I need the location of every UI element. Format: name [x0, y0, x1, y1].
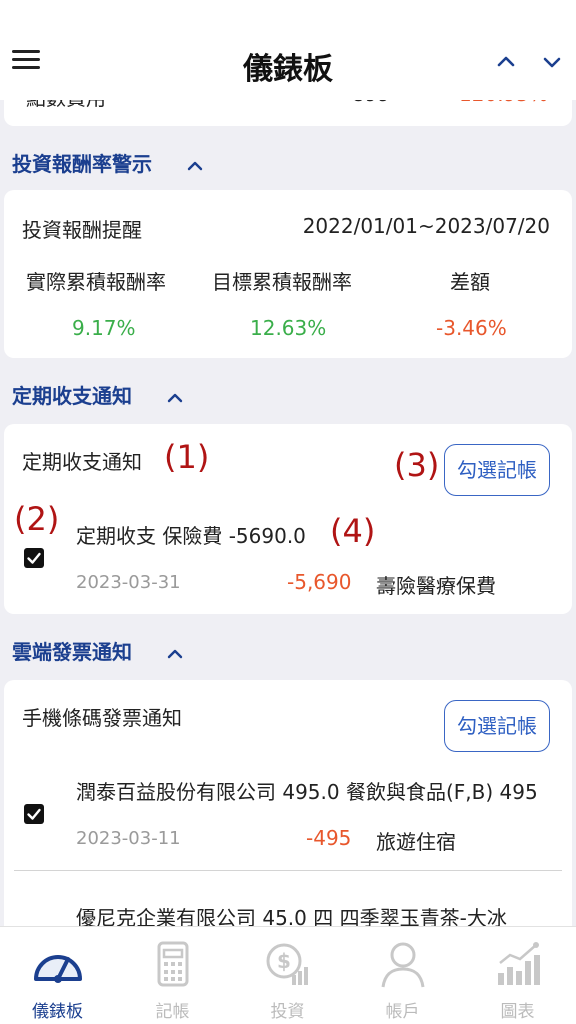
periodic-card: 定期收支通知 (1) (3) 勾選記帳 (2) 定期收支 保險費 -5690.0…: [4, 424, 572, 614]
chart-icon: [497, 942, 540, 985]
tab-invest[interactable]: $ 投資: [230, 939, 345, 1022]
list-divider: [14, 870, 562, 871]
periodic-item-date: 2023-03-31: [76, 572, 181, 593]
invoice-item-category: 旅遊住宿: [376, 830, 456, 854]
invoice-label: 手機條碼發票通知: [22, 706, 182, 730]
chevron-up-icon[interactable]: [165, 388, 185, 408]
actual-return-label: 實際累積報酬率: [26, 270, 166, 294]
target-return-label: 目標累積報酬率: [212, 270, 352, 294]
svg-text:$: $: [277, 949, 291, 973]
ledger-icon: [157, 941, 188, 987]
annotation-1: (1): [164, 438, 210, 476]
account-icon: [381, 942, 424, 988]
periodic-item-amount: -5,690: [287, 570, 352, 594]
annotation-2: (2): [14, 500, 60, 538]
section-periodic-title[interactable]: 定期收支通知: [12, 380, 185, 409]
gauge-icon: [33, 955, 82, 983]
page-title: 儀錶板: [243, 52, 333, 87]
invoice-item-date: 2023-03-11: [76, 828, 181, 849]
annotation-4: (4): [330, 512, 376, 550]
periodic-label: 定期收支通知: [22, 450, 142, 474]
tab-account[interactable]: 帳戶: [345, 939, 460, 1022]
periodic-item-category: 壽險醫療保費: [376, 574, 496, 598]
checkmark-icon: [27, 808, 41, 820]
tab-chart[interactable]: 圖表: [460, 939, 575, 1022]
actual-return-value: 9.17%: [72, 316, 136, 340]
chevron-up-icon[interactable]: [494, 50, 518, 74]
difference-label: 差額: [450, 270, 490, 294]
tab-dashboard[interactable]: 儀錶板: [0, 939, 115, 1022]
target-return-value: 12.63%: [250, 316, 327, 340]
invoice-item-amount: -495: [306, 826, 352, 850]
annotation-3: (3): [394, 446, 440, 484]
invoice-card: 手機條碼發票通知 勾選記帳 潤泰百益股份有限公司 495.0 餐飲與食品(F,B…: [4, 680, 572, 940]
checkmark-icon: [27, 552, 41, 564]
roi-card: 投資報酬提醒 2022/01/01~2023/07/20 實際累積報酬率 目標累…: [4, 190, 572, 358]
app-header: 儀錶板: [0, 0, 576, 100]
chevron-up-icon[interactable]: [185, 156, 205, 176]
check-record-button[interactable]: 勾選記帳: [444, 700, 550, 752]
section-roi-title[interactable]: 投資報酬率警示: [12, 148, 205, 177]
item-checkbox[interactable]: [24, 804, 44, 824]
chevron-down-icon[interactable]: [540, 50, 564, 74]
invoice-item-title[interactable]: 潤泰百益股份有限公司 495.0 餐飲與食品(F,B) 495: [76, 776, 556, 805]
invest-icon: $: [266, 943, 308, 985]
roi-date-range: 2022/01/01~2023/07/20: [302, 214, 550, 238]
chevron-up-icon[interactable]: [165, 644, 185, 664]
section-invoice-title[interactable]: 雲端發票通知: [12, 636, 185, 665]
difference-value: -3.46%: [436, 316, 507, 340]
item-checkbox[interactable]: [24, 548, 44, 568]
check-record-button[interactable]: 勾選記帳: [444, 444, 550, 496]
bottom-tab-bar: 儀錶板 記帳 $ 投資 帳戶 圖表: [0, 926, 576, 1024]
roi-label: 投資報酬提醒: [22, 218, 142, 242]
tab-ledger[interactable]: 記帳: [115, 939, 230, 1022]
periodic-item-title[interactable]: 定期收支 保險費 -5690.0: [76, 520, 306, 549]
